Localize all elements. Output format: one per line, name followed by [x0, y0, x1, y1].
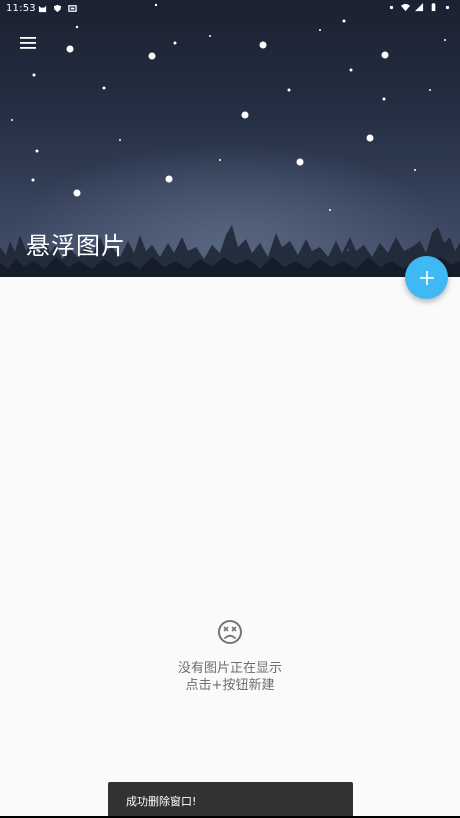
menu-icon [20, 37, 36, 49]
wifi-icon [401, 3, 410, 12]
plus-icon [419, 270, 434, 285]
status-time: 11:53 [6, 3, 36, 14]
battery-icon [431, 3, 436, 12]
page-title: 悬浮图片 [26, 232, 126, 260]
empty-state-hint: 点击+按钮新建 [185, 678, 275, 693]
snackbar: 成功删除窗口! [108, 782, 353, 818]
sad-face-icon [218, 620, 242, 644]
cat-icon [38, 5, 47, 13]
dot-icon [445, 5, 450, 10]
status-bar: 11:53 [0, 0, 460, 20]
cast-icon [68, 5, 77, 12]
dot-icon [389, 5, 394, 10]
snackbar-message: 成功删除窗口! [126, 795, 197, 808]
signal-icon [415, 3, 424, 12]
add-fab-button[interactable] [405, 256, 448, 299]
menu-button[interactable] [14, 30, 42, 56]
shield-icon [53, 4, 62, 13]
empty-state-message: 没有图片正在显示 [177, 661, 282, 676]
